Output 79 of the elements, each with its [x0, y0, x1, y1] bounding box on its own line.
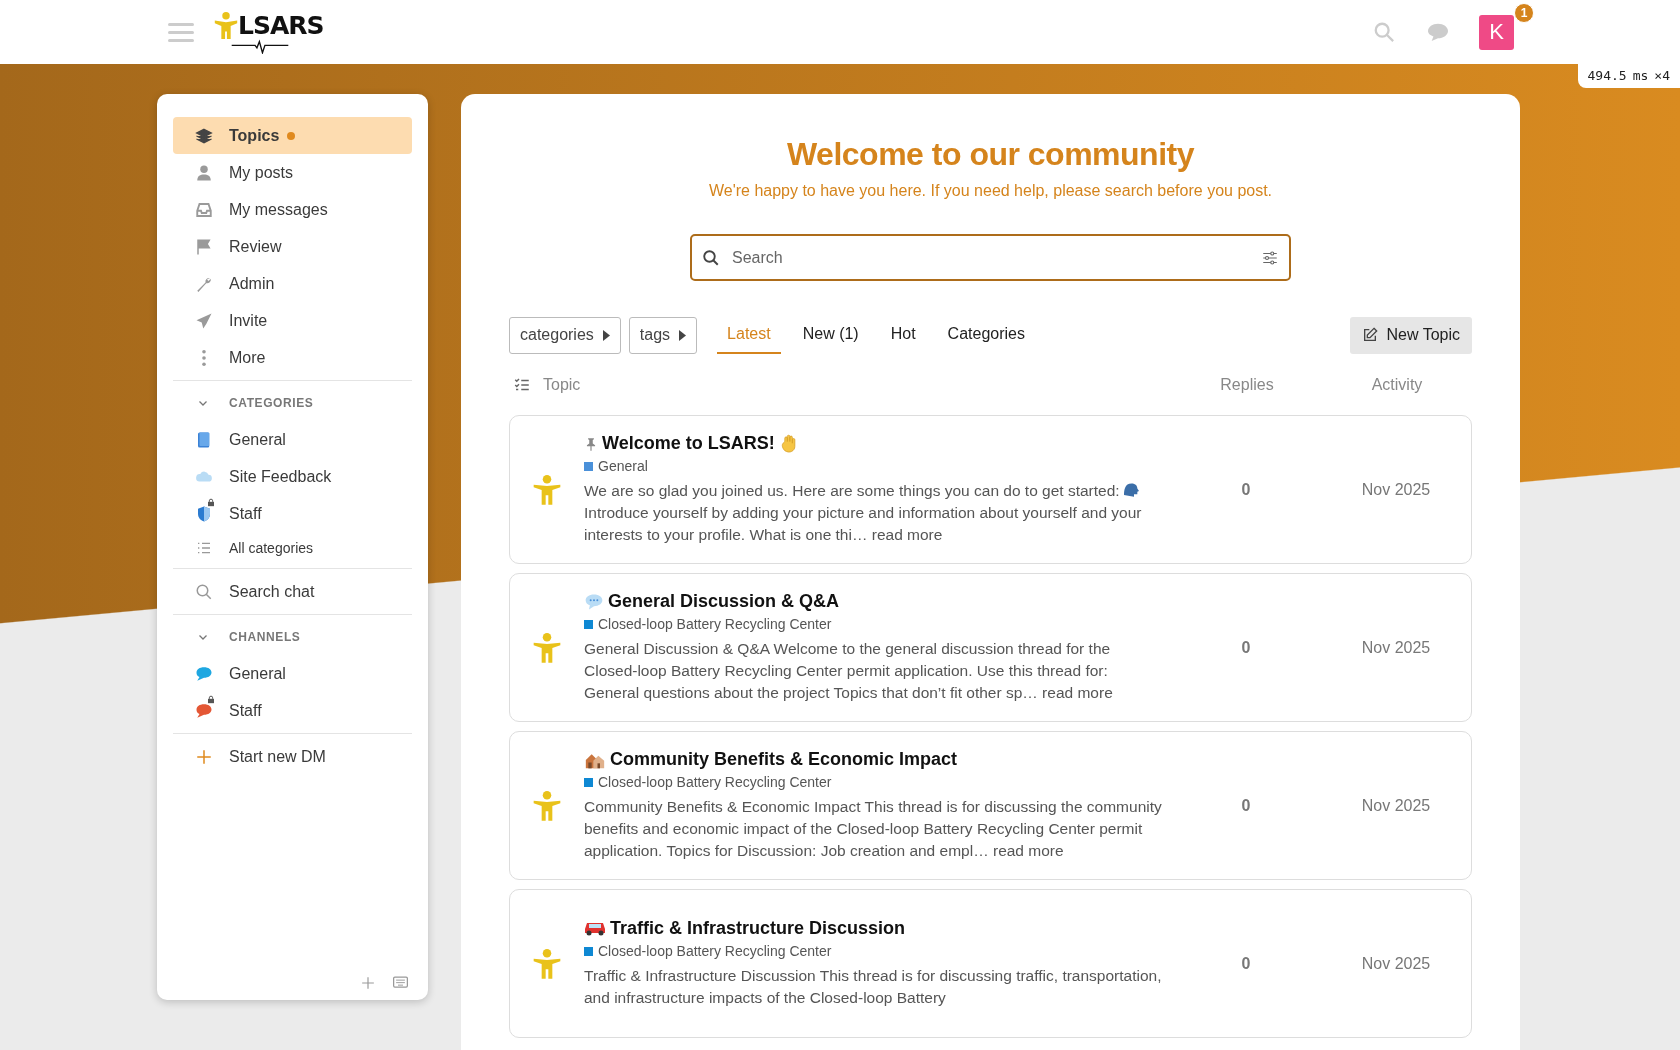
topic-excerpt: Community Benefits & Economic Impact This thread is for discussing the community benefits and economic impact of the Closed-loop Battery Recycling Center permit application. Topics for Discussion: Job creation and empl… read more [584, 797, 1163, 861]
channel-link[interactable]: General [173, 655, 412, 692]
topic-card[interactable] [509, 415, 1472, 564]
search-icon [702, 248, 720, 267]
search-field[interactable]: Search [690, 234, 1291, 281]
sidebar-item[interactable]: My posts [173, 154, 412, 191]
activity-date: Nov 2025 [1360, 954, 1432, 973]
topic-title[interactable]: Welcome to LSARS! [602, 433, 775, 454]
activity-date: Nov 2025 [1360, 480, 1432, 499]
activity-date: Nov 2025 [1360, 638, 1432, 657]
user-icon [195, 163, 213, 182]
section-toggle[interactable]: CHANNELS [173, 619, 412, 655]
filter-dropdown[interactable]: tags [628, 316, 698, 354]
topic-title[interactable]: General Discussion & Q&A [608, 591, 840, 612]
new-dm-link[interactable]: Start new DM [173, 738, 412, 775]
new-topic-button[interactable]: New Topic [1350, 316, 1472, 354]
category-link[interactable]: Closed-loop Battery Recycling Center [598, 943, 832, 959]
filter-dropdown[interactable]: categories [509, 316, 621, 354]
column-header[interactable]: Activity [1322, 376, 1472, 394]
logo[interactable]: LSARS [214, 10, 324, 54]
list-icon [196, 540, 212, 556]
section-toggle[interactable]: CATEGORIES [173, 385, 412, 421]
topic-excerpt: General Discussion & Q&A Welcome to the general discussion thread for the Closed-loop Battery Recycling Center permit application. Use this thread for: General questions about the project Topics that don’t fit other sp… read more [584, 639, 1114, 703]
category-link[interactable]: Staff [173, 495, 412, 532]
read-more-link[interactable]: read more [871, 526, 943, 543]
all-categories-link[interactable]: All categories [173, 532, 412, 564]
nav-tab[interactable]: Categories [937, 316, 1035, 354]
activity-date: Nov 2025 [1360, 796, 1432, 815]
category-link[interactable]: General [173, 421, 412, 458]
reply-count: 0 [1240, 638, 1252, 657]
user-avatar[interactable]: K [1479, 14, 1514, 50]
plus-icon [195, 747, 213, 766]
new-dot [287, 131, 296, 140]
category-link[interactable]: Closed-loop Battery Recycling Center [598, 616, 832, 632]
category-link[interactable]: General [598, 458, 648, 474]
channel-link[interactable]: Staff [173, 692, 412, 729]
paper-plane-icon [195, 311, 213, 330]
flag-icon [195, 237, 213, 256]
topic-card[interactable] [509, 731, 1472, 880]
nav-tab[interactable]: New (1) [792, 316, 869, 354]
search-chat-link[interactable]: Search chat [173, 573, 412, 610]
layers-icon [195, 126, 213, 145]
topic-excerpt: We are so glad you joined us. Here are some things you can do to get started: Introduce yourself by adding your picture and information about yourself and your interests to your profile. What is one thi… read more [584, 481, 1143, 545]
column-header[interactable]: Topic [543, 376, 581, 394]
search-icon [195, 582, 213, 601]
welcome-title: Welcome to our community [786, 136, 1196, 173]
caret-icon [679, 329, 687, 341]
read-more-link[interactable]: read more [1042, 684, 1113, 701]
read-more-link[interactable]: read more [992, 842, 1064, 859]
reply-count: 0 [1240, 480, 1252, 499]
category-link[interactable]: Closed-loop Battery Recycling Center [598, 774, 832, 790]
sidebar-item[interactable]: My messages [173, 191, 412, 228]
notification-badge: 1 [1514, 2, 1534, 23]
reply-count: 0 [1240, 796, 1252, 815]
timing-badge: 494.5 ms ×4 [1577, 63, 1680, 88]
caret-icon [602, 329, 610, 341]
keyboard-icon[interactable] [393, 976, 408, 990]
topic-title[interactable]: Community Benefits & Economic Impact [610, 749, 958, 770]
reply-count: 0 [1240, 954, 1252, 973]
topic-title[interactable]: Traffic & Infrastructure Discussion [610, 918, 906, 939]
sidebar-item[interactable]: More [173, 339, 412, 376]
column-header[interactable]: Replies [1172, 376, 1322, 394]
shield-icon [195, 504, 213, 523]
sidebar-item[interactable]: Admin [173, 265, 412, 302]
sidebar-item[interactable]: Review [173, 228, 412, 265]
category-link[interactable]: Site Feedback [173, 458, 412, 495]
more-icon [202, 348, 206, 367]
topic-card[interactable] [509, 889, 1472, 1038]
sidebar-item[interactable]: Invite [173, 302, 412, 339]
filter-settings-icon[interactable] [1261, 248, 1279, 267]
edit-icon [1362, 327, 1379, 343]
inbox-icon [195, 200, 213, 219]
speaking-head-icon [1123, 483, 1139, 498]
car-icon [584, 921, 606, 936]
welcome-subtitle: We're happy to have you here. If you need help, please search before you post. [707, 182, 1274, 200]
topic-excerpt: Traffic & Infrastructure Discussion This thread is for discussing traffic, transportation, and infrastructure impacts of the Closed-loop Battery [584, 966, 1163, 1008]
sidebar-item[interactable]: Topics [173, 117, 412, 154]
topic-card[interactable] [509, 573, 1472, 722]
nav-tab[interactable]: Hot [880, 316, 926, 354]
